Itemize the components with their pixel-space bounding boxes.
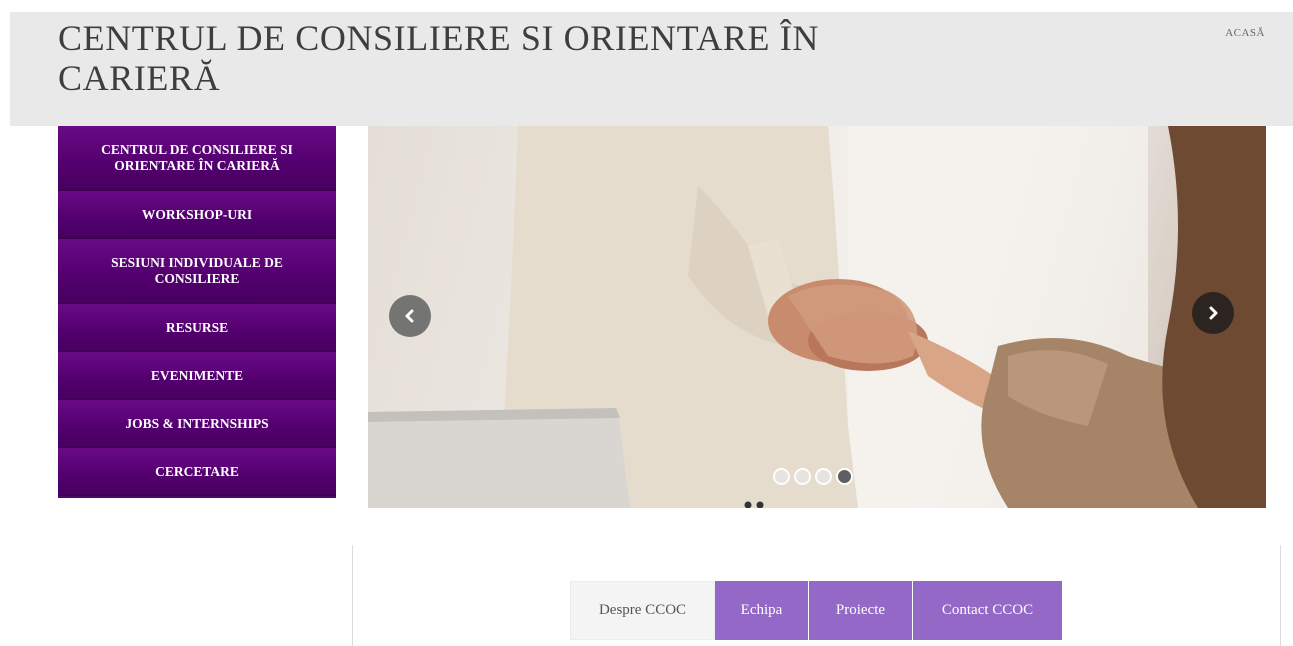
sidebar-item-evenimente[interactable]: EVENIMENTE [58,352,336,400]
sidebar-item-cercetare[interactable]: CERCETARE [58,448,336,496]
chevron-left-icon [405,309,414,323]
sidebar-menu: CENTRUL DE CONSILIERE SI ORIENTARE ÎN CA… [58,126,336,498]
handshake-photo [368,126,1266,508]
slider-dot-4[interactable] [836,467,853,485]
slider-dot-3[interactable] [815,467,832,485]
sidebar-item-ccoc[interactable]: CENTRUL DE CONSILIERE SI ORIENTARE ÎN CA… [58,126,336,191]
tab-contact-ccoc[interactable]: Contact CCOC [912,581,1062,640]
site-header: CENTRUL DE CONSILIERE SI ORIENTARE ÎN CA… [10,12,1293,126]
sidebar-item-resurse[interactable]: RESURSE [58,304,336,352]
sidebar-item-sesiuni-individuale[interactable]: SESIUNI INDIVIDUALE DE CONSILIERE [58,239,336,304]
image-slider [368,126,1266,508]
tab-proiecte[interactable]: Proiecte [808,581,912,640]
slider-next-button[interactable] [1192,292,1234,334]
slider-dot-1[interactable] [773,467,790,485]
tab-despre-ccoc[interactable]: Despre CCOC [570,581,715,640]
slider-dot-2[interactable] [794,467,811,485]
chevron-right-icon [1209,306,1218,320]
sidebar-item-jobs-internships[interactable]: JOBS & INTERNSHIPS [58,400,336,448]
slider-pagination [773,466,853,486]
nav-home-link[interactable]: ACASĂ [1225,27,1265,39]
info-tabs: Despre CCOC Echipa Proiecte Contact CCOC [570,581,1062,640]
slider-prev-button[interactable] [389,295,431,337]
site-title[interactable]: CENTRUL DE CONSILIERE SI ORIENTARE ÎN CA… [58,18,958,98]
sidebar-item-workshopuri[interactable]: WORKSHOP-URI [58,191,336,239]
tab-echipa[interactable]: Echipa [715,581,808,640]
